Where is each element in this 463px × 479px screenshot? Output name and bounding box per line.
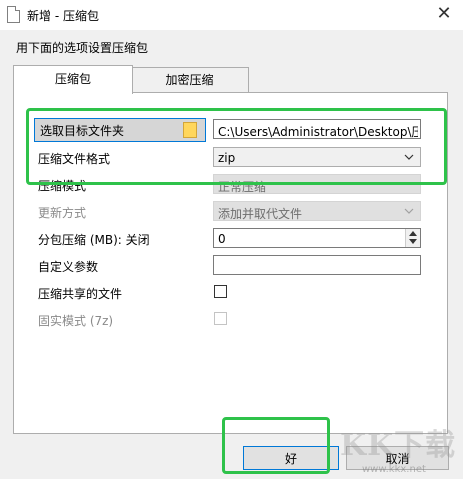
watermark: KK下载 www.kkx.net xyxy=(330,412,463,479)
spin-down-icon[interactable] xyxy=(409,239,417,244)
title-bar: 新增 - 压缩包 ✕ xyxy=(0,0,463,30)
highlight-box-ok xyxy=(222,417,330,474)
tab-encryption[interactable]: 加密压缩 xyxy=(131,67,249,93)
tab-archive[interactable]: 压缩包 xyxy=(13,65,133,94)
chevron-down-icon xyxy=(404,208,414,214)
update-select[interactable]: 添加并取代文件 xyxy=(213,201,421,221)
solid-mode-checkbox[interactable] xyxy=(214,312,227,325)
split-size-stepper[interactable]: 0 xyxy=(213,228,421,248)
highlight-box-target-format xyxy=(26,108,447,185)
split-label: 分包压缩 (MB): 关闭 xyxy=(38,233,150,247)
watermark-logo: KK下载 xyxy=(340,428,457,463)
update-value: 添加并取代文件 xyxy=(218,207,303,221)
update-label: 更新方式 xyxy=(38,206,87,220)
spin-up-icon[interactable] xyxy=(409,231,417,236)
split-size-value: 0 xyxy=(218,232,226,246)
shared-files-label: 压缩共享的文件 xyxy=(38,287,123,301)
document-icon xyxy=(7,6,20,23)
spin-buttons[interactable] xyxy=(405,229,420,247)
custom-params-label: 自定义参数 xyxy=(38,260,99,274)
window-title: 新增 - 压缩包 xyxy=(27,9,99,23)
shared-files-checkbox[interactable] xyxy=(214,285,227,298)
close-icon[interactable]: ✕ xyxy=(430,1,458,27)
custom-params-input[interactable] xyxy=(213,255,421,275)
dialog-description: 用下面的选项设置压缩包 xyxy=(16,41,149,55)
watermark-url: www.kkx.net xyxy=(362,464,426,475)
solid-mode-label: 固实模式 (7z) xyxy=(38,314,114,328)
